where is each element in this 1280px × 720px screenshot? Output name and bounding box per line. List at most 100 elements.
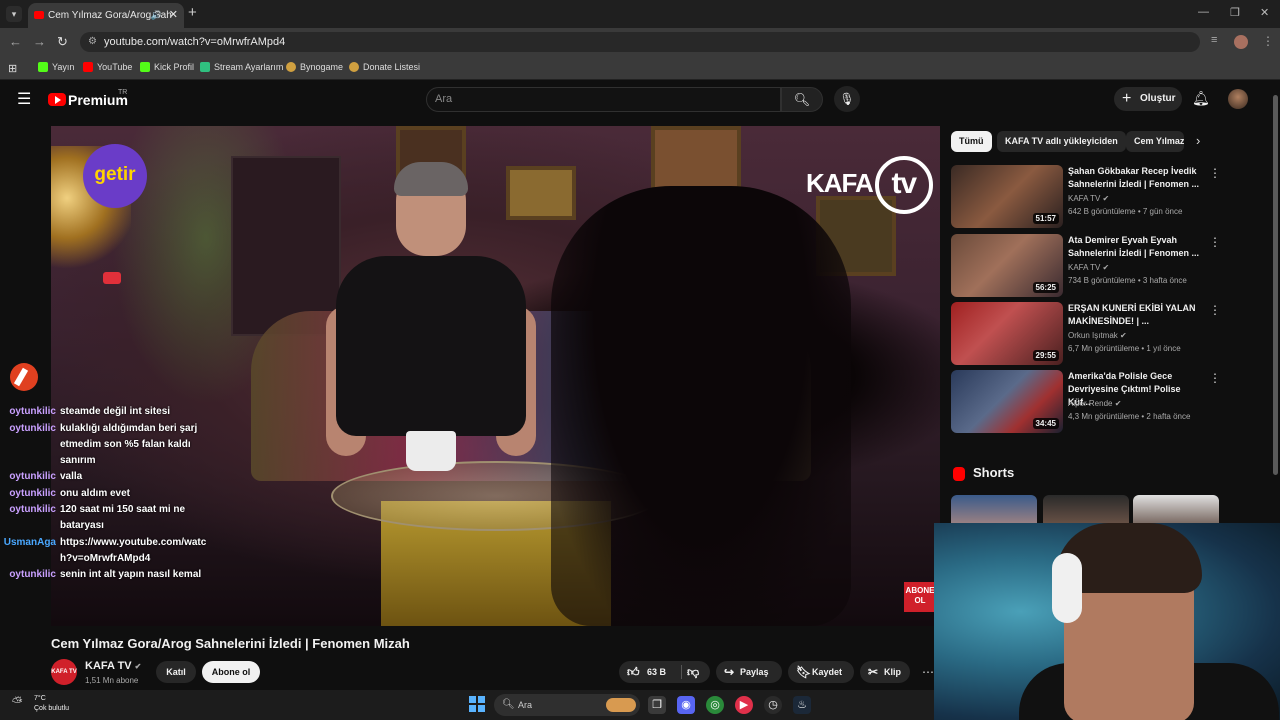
channel-name[interactable]: KAFA TV ✔ xyxy=(85,660,141,672)
search-input[interactable]: Ara xyxy=(426,87,781,112)
chat-text: valla xyxy=(60,471,83,482)
bookmark-kick-profil[interactable]: Kick Profil xyxy=(140,62,194,72)
weather-widget[interactable]: ⛅︎ 7°C Çok bulutlu xyxy=(12,694,69,714)
video-thumbnail[interactable]: 56:25 xyxy=(951,234,1063,297)
subscribe-watermark-badge[interactable]: ABONE OL xyxy=(904,582,936,612)
dislike-icon[interactable]: 👎︎ xyxy=(687,661,699,683)
video-thumbnail[interactable]: 29:55 xyxy=(951,302,1063,365)
video-title[interactable]: ERŞAN KUNERİ EKİBİ YALAN MAKİNESİNDE! | … xyxy=(1068,302,1203,328)
shorts-label: Shorts xyxy=(973,465,1015,480)
recommended-video[interactable]: 29:55 ERŞAN KUNERİ EKİBİ YALAN MAKİNESİN… xyxy=(951,302,1221,366)
chat-username: oytunkilic xyxy=(9,471,56,482)
bynogame-icon xyxy=(286,62,296,72)
search-icon[interactable]: 🔍︎ xyxy=(781,87,823,112)
tab-search-icon[interactable]: ▾ xyxy=(6,6,22,22)
scrollbar-thumb[interactable] xyxy=(1273,95,1278,475)
new-tab-icon[interactable]: + xyxy=(188,4,197,21)
taskbar-search[interactable]: 🔍︎ Ara xyxy=(494,694,640,716)
video-meta: 6,7 Mn görüntüleme • 1 yıl önce xyxy=(1068,344,1181,353)
menu-icon[interactable]: ☰ xyxy=(17,92,31,108)
video-channel[interactable]: Orkun Işıtmak ✔ xyxy=(1068,331,1127,340)
apps-grid-icon[interactable]: ⊞ xyxy=(8,62,17,75)
notifications-bell-icon[interactable]: 🔔︎ xyxy=(1192,90,1210,107)
like-count[interactable]: 63 B xyxy=(647,661,666,683)
torso xyxy=(336,256,526,436)
clip-button[interactable]: ✂ Klip xyxy=(860,661,910,683)
bookmark-youtube[interactable]: YouTube xyxy=(83,62,132,72)
recommended-video[interactable]: 34:45 Amerika'da Polisle Gece Devriyesin… xyxy=(951,370,1221,434)
chip-all[interactable]: Tümü xyxy=(951,131,992,152)
bookmark-label: Bynogame xyxy=(300,62,344,72)
video-thumbnail[interactable]: 34:45 xyxy=(951,370,1063,433)
join-button[interactable]: Katıl xyxy=(156,661,196,683)
bookmark-yayin[interactable]: Yayın xyxy=(38,62,74,72)
chip-from-uploader[interactable]: KAFA TV adlı yükleyiciden xyxy=(997,131,1126,152)
verified-icon: ✔ xyxy=(1102,194,1110,203)
more-options-icon[interactable]: ⋮ xyxy=(1209,303,1221,317)
maximize-icon[interactable]: ❐ xyxy=(1230,6,1240,19)
video-meta: 734 B görüntüleme • 3 hafta önce xyxy=(1068,276,1187,285)
video-channel[interactable]: KAFA TV ✔ xyxy=(1068,194,1109,203)
tab-close-icon[interactable]: ✕ xyxy=(169,3,178,28)
bookmark-label: Yayın xyxy=(52,62,75,72)
shelf-decor xyxy=(231,156,341,336)
minimize-icon[interactable]: — xyxy=(1198,6,1209,18)
bookmark-donate-listesi[interactable]: Donate Listesi xyxy=(349,62,420,72)
clock-app-icon[interactable]: ◷ xyxy=(764,696,782,714)
media-control-icon[interactable]: ≡ xyxy=(1211,34,1217,46)
channel-avatar[interactable]: KAFA TV xyxy=(51,659,77,685)
chrome-icon[interactable]: ◎ xyxy=(706,696,724,714)
profile-avatar[interactable] xyxy=(1234,35,1248,49)
microphone-icon[interactable]: 🎙︎ xyxy=(834,86,860,112)
address-bar[interactable]: ⚙ youtube.com/watch?v=oMrwfrAMpd4 xyxy=(80,32,1200,52)
chevron-right-icon[interactable]: › xyxy=(1196,133,1200,148)
bookmark-label: Stream Ayarlarım xyxy=(214,62,284,72)
youtube-music-icon[interactable]: ▶ xyxy=(735,696,753,714)
back-icon[interactable]: ← xyxy=(9,34,22,49)
youtube-favicon-icon xyxy=(34,11,44,19)
video-thumbnail[interactable]: 51:57 xyxy=(951,165,1063,228)
hair xyxy=(394,162,468,196)
kick-icon xyxy=(38,62,48,72)
youtube-icon xyxy=(83,62,93,72)
video-title[interactable]: Ata Demirer Eyvah Eyvah Sahnelerini İzle… xyxy=(1068,234,1203,260)
browser-menu-icon[interactable]: ⋮ xyxy=(1262,34,1274,48)
like-icon[interactable]: 👍︎ xyxy=(627,661,640,683)
camera-light xyxy=(103,272,121,284)
more-options-icon[interactable]: ⋮ xyxy=(1209,371,1221,385)
chat-username: oytunkilic xyxy=(9,423,56,434)
discord-icon[interactable]: ◉ xyxy=(677,696,695,714)
bookmark-bynogame[interactable]: Bynogame xyxy=(286,62,343,72)
like-dislike-group: 👍︎ 63 B 👎︎ xyxy=(619,661,710,683)
create-button[interactable]: + Oluştur xyxy=(1114,87,1182,111)
video-channel[interactable]: Alper Rende ✔ xyxy=(1068,399,1121,408)
youtube-logo[interactable]: Premium TR xyxy=(48,89,128,108)
video-channel[interactable]: KAFA TV ✔ xyxy=(1068,263,1109,272)
video-title[interactable]: Şahan Gökbakar Recep İvedik Sahnelerini … xyxy=(1068,165,1203,191)
forward-icon[interactable]: → xyxy=(33,34,46,49)
steam-icon[interactable]: ♨ xyxy=(793,696,811,714)
save-button[interactable]: 🔖︎ Kaydet xyxy=(788,661,854,683)
reload-icon[interactable]: ↻ xyxy=(57,34,68,50)
task-view-icon[interactable]: ❐ xyxy=(648,696,666,714)
site-info-icon[interactable]: ⚙ xyxy=(88,32,97,52)
channel-text: KAFA TV xyxy=(1068,194,1101,203)
more-options-icon[interactable]: ⋮ xyxy=(1209,166,1221,180)
share-button[interactable]: ↪ Paylaş xyxy=(716,661,782,683)
audio-playing-icon[interactable]: 🔊 xyxy=(151,3,162,28)
youtube-header: ☰ Premium TR Ara 🔍︎ 🎙︎ + Oluştur 🔔︎ xyxy=(0,81,1270,123)
recommended-video[interactable]: 56:25 Ata Demirer Eyvah Eyvah Sahnelerin… xyxy=(951,234,1221,298)
watermark-tv: tv xyxy=(874,156,933,214)
verified-icon: ✔ xyxy=(134,662,142,671)
more-options-icon[interactable]: ⋮ xyxy=(1209,235,1221,249)
bookmark-stream-ayarlarim[interactable]: Stream Ayarlarım xyxy=(200,62,283,72)
chip-cem-yilmaz[interactable]: Cem Yılmaz xyxy=(1126,131,1184,152)
browser-tab[interactable]: Cem Yılmaz Gora/Arog Sah 🔊 ✕ xyxy=(28,3,184,28)
windows-start-icon[interactable] xyxy=(469,696,485,712)
search-icon: 🔍︎ xyxy=(502,699,515,710)
window-close-icon[interactable]: ✕ xyxy=(1260,6,1269,19)
recommended-video[interactable]: 51:57 Şahan Gökbakar Recep İvedik Sahnel… xyxy=(951,165,1221,229)
url-text: youtube.com/watch?v=oMrwfrAMpd4 xyxy=(104,36,286,48)
account-avatar[interactable] xyxy=(1228,89,1248,109)
subscribe-button[interactable]: Abone ol xyxy=(202,661,260,683)
